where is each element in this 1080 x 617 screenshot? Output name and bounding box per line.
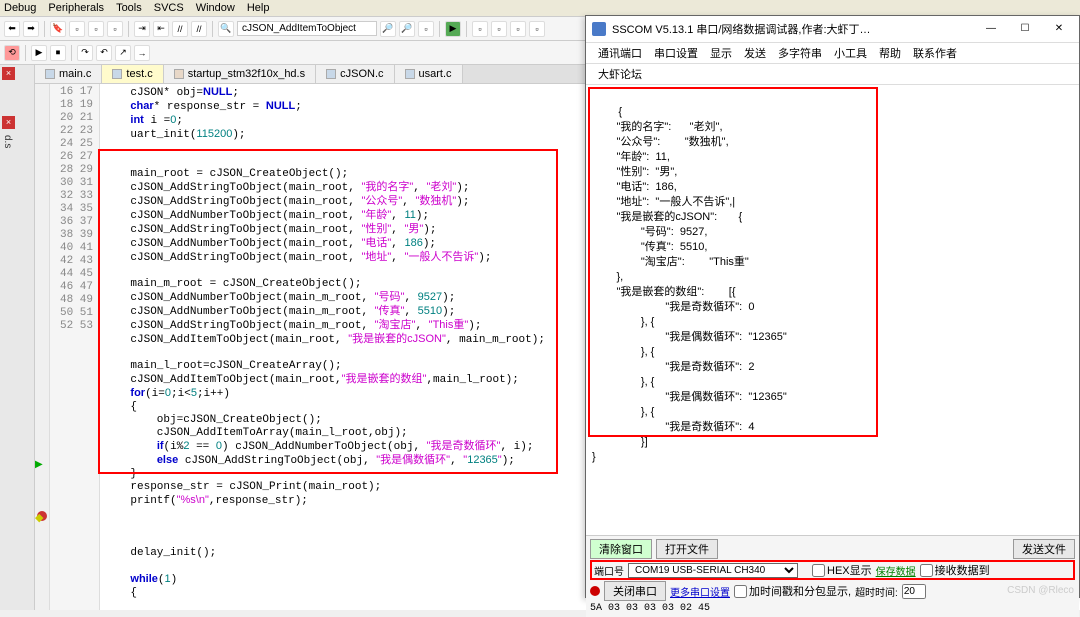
stop-icon[interactable]: ⏹ — [50, 45, 66, 61]
recv-data-checkbox[interactable]: 接收数据到 — [920, 562, 990, 578]
file-icon — [112, 69, 122, 79]
more-settings-link[interactable]: 更多串口设置 — [670, 584, 730, 599]
comment-icon[interactable]: // — [191, 21, 207, 37]
line-gutter: 16 17 18 19 20 21 22 23 24 25 26 27 28 2… — [50, 84, 100, 610]
find-combo[interactable]: cJSON_AddItemToObject — [237, 21, 377, 36]
highlight-annotation — [588, 87, 878, 437]
status-hex: 5A 03 03 03 03 02 45 — [590, 603, 710, 614]
close-port-button[interactable]: 关闭串口 — [604, 581, 666, 601]
menu-item[interactable]: 大虾论坛 — [592, 66, 648, 82]
window-title: SSCOM V5.13.1 串口/网络数据调试器,作者:大虾丁… — [612, 21, 971, 37]
close-icon[interactable]: × — [2, 67, 15, 80]
maximize-icon[interactable]: ☐ — [1011, 20, 1039, 38]
file-tab[interactable]: test.c — [102, 65, 163, 83]
menu-item[interactable]: 显示 — [704, 45, 738, 61]
step-icon[interactable]: ↷ — [77, 45, 93, 61]
sscom-window: SSCOM V5.13.1 串口/网络数据调试器,作者:大虾丁… — ☐ ✕ 通… — [585, 15, 1080, 598]
sscom-menubar2: 大虾论坛 — [586, 64, 1079, 85]
close-icon[interactable]: ✕ — [1045, 20, 1073, 38]
port-combo[interactable]: COM19 USB-SERIAL CH340 — [628, 563, 798, 578]
menu-item[interactable]: 小工具 — [828, 45, 873, 61]
minimize-icon[interactable]: — — [977, 20, 1005, 38]
tool-icon[interactable]: ▫ — [418, 21, 434, 37]
menu-item[interactable]: Tools — [116, 2, 142, 14]
status-led-icon — [590, 586, 600, 596]
comment-icon[interactable]: // — [172, 21, 188, 37]
file-tab[interactable]: usart.c — [395, 65, 463, 83]
back-icon[interactable]: ⬅ — [4, 21, 20, 37]
step-out-icon[interactable]: ↗ — [115, 45, 131, 61]
tool-icon[interactable]: ▫ — [88, 21, 104, 37]
watermark: CSDN @Rleco — [1007, 585, 1074, 596]
menu-item[interactable]: 帮助 — [873, 45, 907, 61]
sscom-titlebar[interactable]: SSCOM V5.13.1 串口/网络数据调试器,作者:大虾丁… — ☐ ✕ — [586, 16, 1079, 43]
breakpoint-column[interactable]: ▶ ◆ — [35, 84, 50, 610]
hex-display-checkbox[interactable]: HEX显示 — [812, 562, 872, 578]
menu-item[interactable]: 发送 — [738, 45, 772, 61]
file-icon — [45, 69, 55, 79]
file-tab[interactable]: startup_stm32f10x_hd.s — [164, 65, 316, 83]
find-icon[interactable]: 🔍 — [218, 21, 234, 37]
file-tab[interactable]: main.c — [35, 65, 102, 83]
file-icon — [405, 69, 415, 79]
step-over-icon[interactable]: ↶ — [96, 45, 112, 61]
app-icon — [592, 22, 606, 36]
sscom-output[interactable]: { "我的名字": "老刘", "公众号": "数独机", "年龄": 11, … — [586, 85, 1079, 535]
forward-icon[interactable]: ➡ — [23, 21, 39, 37]
tool-icon[interactable]: ▫ — [510, 21, 526, 37]
tool-icon[interactable]: ▫ — [472, 21, 488, 37]
tool-icon[interactable]: ▫ — [529, 21, 545, 37]
port-label: 端口号 — [594, 563, 624, 578]
run-arrow-icon: ▶ — [35, 459, 49, 470]
timestamp-checkbox[interactable]: 加时间戳和分包显示, — [734, 583, 851, 599]
timeout-label: 超时时间: — [855, 584, 898, 599]
run-icon[interactable]: ▶ — [31, 45, 47, 61]
timeout-input[interactable] — [902, 584, 926, 599]
find-next-icon[interactable]: 🔎 — [380, 21, 396, 37]
close-icon[interactable]: × — [2, 116, 15, 129]
tool-icon[interactable]: ▫ — [107, 21, 123, 37]
menu-item[interactable]: Peripherals — [48, 2, 104, 14]
menu-item[interactable]: Debug — [4, 2, 36, 14]
menu-item[interactable]: 串口设置 — [648, 45, 704, 61]
indent-icon[interactable]: ⇥ — [134, 21, 150, 37]
file-tab[interactable]: cJSON.c — [316, 65, 394, 83]
menu-item[interactable]: Help — [247, 2, 270, 14]
clear-button[interactable]: 清除窗口 — [590, 539, 652, 559]
step-icon[interactable]: → — [134, 45, 150, 61]
indent-icon[interactable]: ⇤ — [153, 21, 169, 37]
debug-icon[interactable]: ▶ — [445, 21, 461, 37]
highlight-annotation — [98, 149, 558, 474]
find-prev-icon[interactable]: 🔎 — [399, 21, 415, 37]
open-file-button[interactable]: 打开文件 — [656, 539, 718, 559]
reset-icon[interactable]: ⟲ — [4, 45, 20, 61]
menu-item[interactable]: 多字符串 — [772, 45, 828, 61]
sscom-bottom-panel: 清除窗口 打开文件 发送文件 端口号 COM19 USB-SERIAL CH34… — [586, 535, 1079, 617]
menu-item[interactable]: SVCS — [154, 2, 184, 14]
side-tab[interactable]: d.s — [0, 131, 15, 152]
file-icon — [174, 69, 184, 79]
file-icon — [326, 69, 336, 79]
save-data-link[interactable]: 保存数据 — [876, 563, 916, 578]
bookmark-icon[interactable]: 🔖 — [50, 21, 66, 37]
menu-item[interactable]: 通讯端口 — [592, 45, 648, 61]
menu-item[interactable]: 联系作者 — [907, 45, 963, 61]
tool-icon[interactable]: ▫ — [491, 21, 507, 37]
sscom-menubar: 通讯端口 串口设置 显示 发送 多字符串 小工具 帮助 联系作者 — [586, 43, 1079, 64]
tool-icon[interactable]: ▫ — [69, 21, 85, 37]
side-panel: × × d.s — [0, 65, 35, 610]
send-file-button[interactable]: 发送文件 — [1013, 539, 1075, 559]
menu-item[interactable]: Window — [196, 2, 235, 14]
